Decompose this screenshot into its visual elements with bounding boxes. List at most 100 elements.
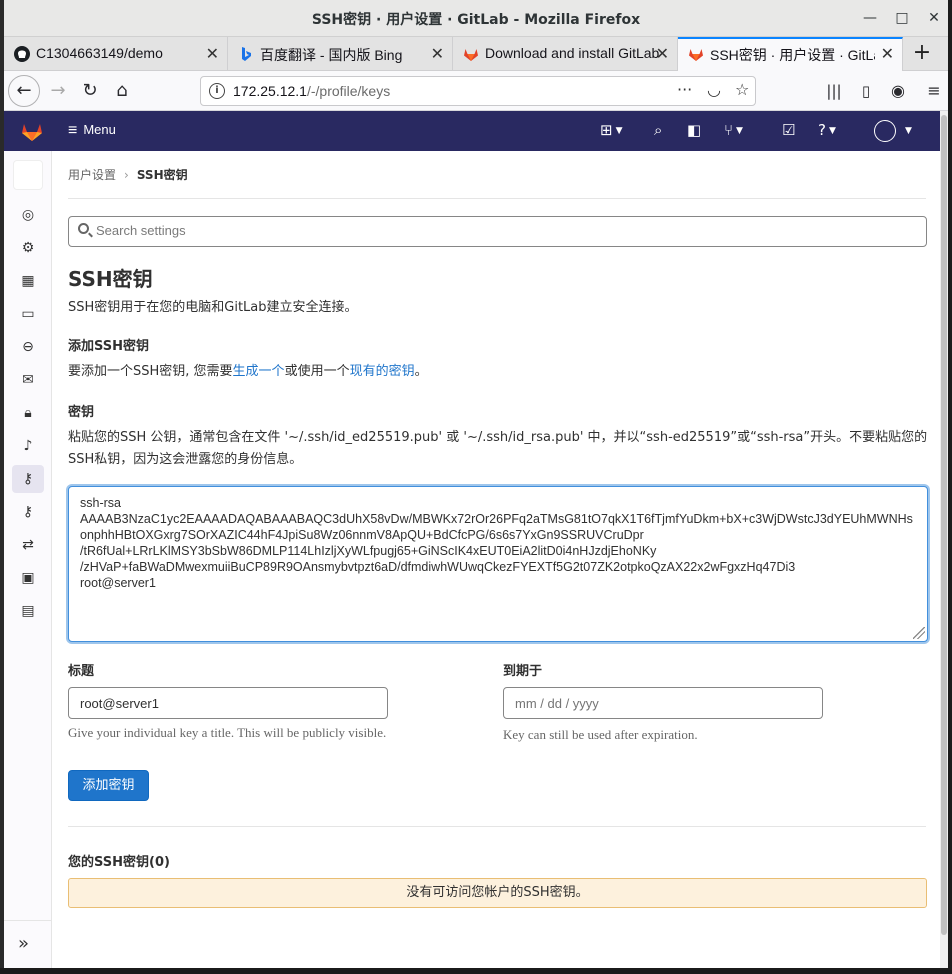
key-help-text: 粘贴您的SSH 公钥，通常包含在文件 '~/.ssh/id_ed25519.pu… (68, 430, 928, 467)
minimize-icon[interactable]: — (860, 8, 880, 28)
tab-label: 百度翻译 - 国内版 Bing (260, 47, 403, 63)
add-key-button[interactable]: 添加密钥 (68, 770, 149, 801)
create-new-icon[interactable]: ⊞ ▼ (600, 121, 623, 139)
issues-icon[interactable]: ◧ (687, 121, 701, 139)
add-key-instructions: 要添加一个SSH密钥, 您需要生成一个或使用一个现有的密钥。 (68, 361, 428, 383)
existing-key-link[interactable]: 现有的密钥 (350, 364, 415, 379)
search-settings-box[interactable] (68, 216, 927, 247)
preferences-icon[interactable]: ⇄ (12, 531, 44, 559)
menu-label: Menu (83, 122, 116, 137)
collapse-sidebar-icon[interactable]: » (18, 933, 29, 954)
breadcrumb-current[interactable]: SSH密钥 (137, 168, 188, 182)
page-description: SSH密钥用于在您的电脑和GitLab建立安全连接。 (68, 300, 358, 315)
generate-key-link[interactable]: 生成一个 (233, 364, 285, 379)
menu-button[interactable]: ≡ Menu (68, 122, 116, 140)
your-keys-heading: 您的SSH密钥(0) (68, 855, 170, 870)
close-window-icon[interactable]: ✕ (924, 8, 944, 28)
profile-avatar[interactable] (13, 160, 43, 190)
tab-github[interactable]: C1304663149/demo ✕ (4, 37, 228, 71)
divider (68, 198, 926, 199)
pocket-icon[interactable]: ◡ (707, 80, 721, 99)
password-lock-icon[interactable]: 🔒︎ (12, 399, 44, 427)
breadcrumb-parent-link[interactable]: 用户设置 (68, 168, 116, 182)
bing-icon (242, 47, 251, 61)
reload-icon[interactable]: ↻ (76, 77, 104, 105)
page-actions-icon[interactable]: ··· (677, 80, 692, 99)
gitlab-header: ≡ Menu ⊞ ▼ ⌕ ◧ ⑂ ▼ ☑ ? ▼ ▼ (4, 111, 944, 151)
expires-date-input[interactable] (503, 687, 823, 719)
hamburger-menu-icon[interactable]: ≡ (920, 77, 948, 105)
tab-label: Download and install GitLab (485, 45, 660, 61)
expires-help: Key can still be used after expiration. (503, 727, 698, 742)
gitlab-logo-icon[interactable] (20, 119, 44, 143)
add-key-heading: 添加SSH密钥 (68, 339, 150, 354)
tab-bing[interactable]: 百度翻译 - 国内版 Bing ✕ (228, 37, 453, 71)
menu-bars-icon: ≡ (68, 122, 78, 139)
library-icon[interactable]: ||| (820, 77, 848, 105)
active-sessions-icon[interactable]: ▣ (12, 564, 44, 592)
page-title: SSH密钥 (68, 267, 153, 291)
breadcrumb-separator-icon: › (124, 168, 129, 182)
bookmark-star-icon[interactable]: ☆ (735, 80, 749, 99)
home-icon[interactable]: ⌂ (108, 77, 136, 105)
gitlab-icon (689, 49, 703, 61)
desktop-edge-right (948, 0, 952, 974)
add-text-pre: 要添加一个SSH密钥, 您需要 (68, 364, 233, 379)
key-textarea[interactable]: ssh-rsa AAAAB3NzaC1yc2EAAAADAQABAAABAQC3… (68, 486, 928, 642)
page-scrollbar[interactable] (940, 111, 948, 968)
breadcrumb: 用户设置 › SSH密钥 (68, 166, 188, 183)
forward-icon[interactable]: → (44, 77, 72, 105)
user-avatar[interactable] (874, 120, 896, 142)
no-keys-alert: 没有可访问您帐户的SSH密钥。 (68, 878, 927, 908)
account-settings-icon[interactable]: ⚙ (12, 234, 44, 262)
close-tab-icon[interactable]: ✕ (431, 44, 444, 64)
chat-icon[interactable]: ▭ (12, 300, 44, 328)
title-label: 标题 (68, 664, 95, 679)
user-caret-icon[interactable]: ▼ (902, 121, 912, 139)
new-tab-button[interactable]: + (908, 41, 936, 67)
resize-handle-icon[interactable] (913, 627, 925, 639)
navigation-toolbar: ← → ↻ ⌂ i 172.25.12.1/-/profile/keys ···… (4, 71, 948, 111)
back-icon[interactable]: ← (8, 75, 40, 107)
notifications-bell-icon[interactable]: ♪ (12, 432, 44, 460)
settings-sidebar: ◎ ⚙ ▦ ▭ ⊖ ✉ 🔒︎ ♪ ⚷ ⚷ ⇄ ▣ ▤ » (4, 151, 52, 968)
title-bar: SSH密钥 · 用户设置 · GitLab - Mozilla Firefox … (4, 0, 948, 37)
todos-icon[interactable]: ☑ (782, 121, 795, 139)
close-tab-icon[interactable]: ✕ (656, 44, 669, 64)
profile-icon[interactable]: ◎ (12, 201, 44, 229)
add-text-post: 。 (414, 364, 428, 379)
url-bar[interactable]: i 172.25.12.1/-/profile/keys ··· ◡ ☆ (200, 76, 756, 106)
close-tab-icon[interactable]: ✕ (206, 44, 219, 64)
applications-icon[interactable]: ▦ (12, 267, 44, 295)
sidebar-toggle-icon[interactable]: ▯ (852, 77, 880, 105)
ssh-keys-icon[interactable]: ⚷ (12, 465, 44, 493)
tab-bar: C1304663149/demo ✕ 百度翻译 - 国内版 Bing ✕ Dow… (4, 37, 948, 71)
maximize-icon[interactable]: □ (892, 8, 912, 28)
divider (68, 826, 926, 827)
browser-window: SSH密钥 · 用户设置 · GitLab - Mozilla Firefox … (4, 0, 948, 968)
scrollbar-thumb[interactable] (941, 115, 947, 935)
site-info-icon[interactable]: i (209, 83, 225, 99)
key-textarea-value[interactable]: ssh-rsa AAAAB3NzaC1yc2EAAAADAQABAAABAQC3… (80, 495, 918, 591)
tab-label: C1304663149/demo (36, 45, 163, 61)
url-text[interactable]: 172.25.12.1/-/profile/keys (233, 83, 390, 99)
access-tokens-icon[interactable]: ⊖ (12, 333, 44, 361)
tab-label: SSH密钥 · 用户设置 · GitLab (710, 47, 875, 63)
expires-label: 到期于 (503, 664, 543, 679)
tab-ssh-keys[interactable]: SSH密钥 · 用户设置 · GitLab ✕ (678, 37, 903, 71)
add-text-mid: 或使用一个 (284, 364, 350, 379)
audit-log-icon[interactable]: ▤ (12, 597, 44, 625)
main-content: 用户设置 › SSH密钥 SSH密钥 SSH密钥用于在您的电脑和GitLab建立安全… (52, 151, 940, 968)
tab-gitlab-download[interactable]: Download and install GitLab ✕ (453, 37, 678, 71)
account-icon[interactable]: ◉ (884, 77, 912, 105)
close-tab-icon[interactable]: ✕ (881, 44, 894, 64)
merge-requests-icon[interactable]: ⑂ ▼ (724, 121, 743, 139)
help-icon[interactable]: ? ▼ (818, 121, 836, 139)
github-icon (14, 46, 30, 62)
gpg-keys-icon[interactable]: ⚷ (12, 498, 44, 526)
title-input[interactable] (68, 687, 388, 719)
emails-icon[interactable]: ✉ (12, 366, 44, 394)
desktop-edge-bottom (0, 968, 952, 974)
search-settings-input[interactable] (96, 223, 896, 238)
search-icon[interactable]: ⌕ (654, 121, 662, 139)
